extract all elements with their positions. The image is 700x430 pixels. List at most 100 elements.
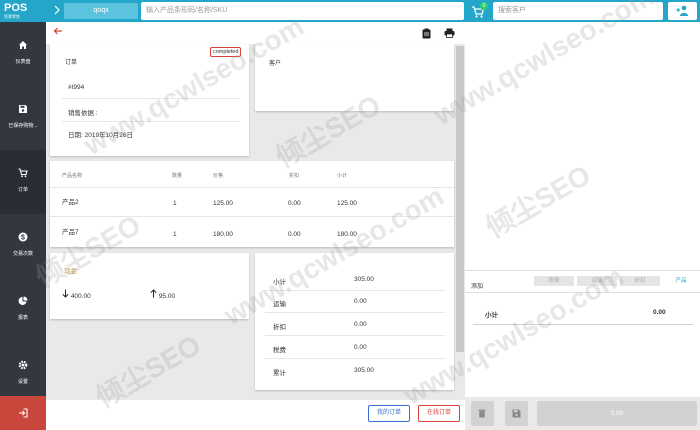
divider [265, 290, 445, 291]
customer-card [255, 44, 454, 111]
cell-price: 180.00 [213, 231, 233, 238]
cell-qty: 1 [173, 200, 177, 207]
totals-label: 运输 [273, 301, 286, 308]
cell-product: 产品2 [62, 199, 79, 206]
totals-value: 0.00 [354, 321, 367, 328]
cell-discount: 0.00 [288, 231, 301, 238]
order-date: 日期: 2019年10月26日 [68, 132, 134, 139]
divider [465, 270, 700, 271]
sidebar: 仪表盘 已保存购物... 订单 $ 交易次数 报表 设置 [0, 22, 46, 430]
print-icon[interactable] [444, 28, 455, 40]
totals-value: 0.00 [354, 298, 367, 305]
divider [265, 358, 445, 359]
sidebar-item-label: 仪表盘 [15, 59, 31, 65]
table-header-product: 产品名称 [62, 173, 83, 179]
payment-method: 现金 [64, 268, 77, 275]
pie-chart-icon [0, 296, 46, 306]
totals-value: 305.00 [354, 367, 374, 374]
totals-label: 折扣 [273, 324, 286, 331]
sidebar-item-label: 设置 [17, 379, 28, 385]
divider [265, 312, 445, 313]
sidebar-item-transactions[interactable]: $ 交易次数 [0, 214, 46, 278]
table-header-qty: 数量 [172, 173, 183, 179]
payment-card [50, 253, 249, 319]
my-orders-button[interactable]: 我的订单 [368, 405, 410, 422]
cart-subtotal-label: 小计 [485, 312, 498, 319]
divider [62, 98, 240, 99]
save-icon [512, 409, 521, 418]
sidebar-item-orders[interactable]: 订单 [0, 150, 46, 214]
cell-discount: 0.00 [288, 200, 301, 207]
totals-value: 0.00 [354, 344, 367, 351]
sidebar-item-label: 订单 [17, 187, 28, 193]
svg-text:$: $ [21, 234, 25, 241]
table-header-discount: 折扣 [289, 173, 300, 179]
table-header-subtotal: 小计 [337, 173, 348, 179]
clipboard-icon[interactable] [422, 28, 432, 40]
change-amount-row: 95.00 [150, 289, 175, 300]
tab-shipping[interactable]: 运输 [577, 276, 617, 286]
items-table [50, 161, 454, 247]
cell-subtotal: 180.00 [337, 231, 357, 238]
divider [265, 335, 445, 336]
totals-label: 累计 [273, 370, 286, 377]
trash-button[interactable] [471, 401, 494, 426]
cell-price: 125.00 [213, 200, 233, 207]
main-scrollbar[interactable] [456, 46, 464, 352]
paid-amount-row: 400.00 [62, 289, 91, 300]
trash-icon [478, 409, 486, 418]
back-arrow-icon[interactable] [53, 27, 63, 38]
sidebar-item-label: 交易次数 [12, 251, 33, 257]
online-orders-button[interactable]: 在线订单 [418, 405, 460, 422]
store-selector[interactable]: qoqx [64, 3, 138, 19]
save-icon [0, 104, 46, 114]
home-icon [0, 40, 46, 50]
add-label: 添加 [471, 284, 484, 290]
order-toolbar [46, 22, 465, 44]
top-bar: POS 智慧零售 qoqx 输入产品条形码/名称/SKU 0 搜索客户 [0, 0, 700, 22]
logout-icon [19, 408, 28, 418]
tab-products[interactable]: 产品 [663, 276, 699, 286]
totals-label: 税费 [273, 347, 286, 354]
cart-count-badge: 0 [480, 2, 488, 10]
cell-qty: 1 [173, 231, 177, 238]
tab-tax[interactable]: 税费 [534, 276, 574, 286]
arrow-down-icon [62, 289, 71, 300]
tab-discount[interactable]: 折扣 [620, 276, 660, 286]
pay-button[interactable]: 0.00 [537, 401, 697, 426]
sidebar-item-label: 报表 [17, 315, 28, 321]
arrow-up-icon [150, 289, 159, 300]
order-number: #I994 [68, 84, 85, 91]
app-logo-subtitle: 智慧零售 [4, 14, 20, 19]
cell-subtotal: 125.00 [337, 200, 357, 207]
logout-button[interactable] [0, 396, 46, 430]
order-info-card [50, 44, 249, 156]
totals-label: 小计 [273, 279, 286, 286]
sales-basis: 销售依据 : [68, 110, 98, 117]
sidebar-item-saved-carts[interactable]: 已保存购物... [0, 86, 46, 150]
table-header-price: 价格 [213, 173, 224, 179]
customer-title: 客户 [269, 61, 282, 67]
cart-subtotal-value: 0.00 [653, 309, 666, 316]
order-title: 订单 [65, 60, 78, 66]
product-search-input[interactable]: 输入产品条形码/名称/SKU [141, 2, 464, 20]
divider [50, 187, 454, 188]
cart-panel [465, 22, 700, 430]
gear-icon [0, 360, 46, 370]
sidebar-item-reports[interactable]: 报表 [0, 278, 46, 342]
add-user-icon [676, 5, 688, 16]
totals-value: 305.00 [354, 276, 374, 283]
cart-icon [0, 168, 46, 178]
divider [465, 292, 700, 293]
cell-product: 产品7 [62, 229, 79, 236]
customer-search-input[interactable]: 搜索客户 [493, 2, 663, 20]
add-customer-button[interactable] [668, 2, 697, 20]
divider [473, 324, 693, 325]
app-logo[interactable]: POS [4, 2, 27, 14]
chevron-right-icon[interactable] [54, 5, 60, 17]
save-cart-button[interactable] [505, 401, 528, 426]
divider [62, 121, 240, 122]
sidebar-item-dashboard[interactable]: 仪表盘 [0, 22, 46, 86]
change-amount: 95.00 [158, 293, 176, 300]
paid-amount: 400.00 [70, 293, 91, 300]
